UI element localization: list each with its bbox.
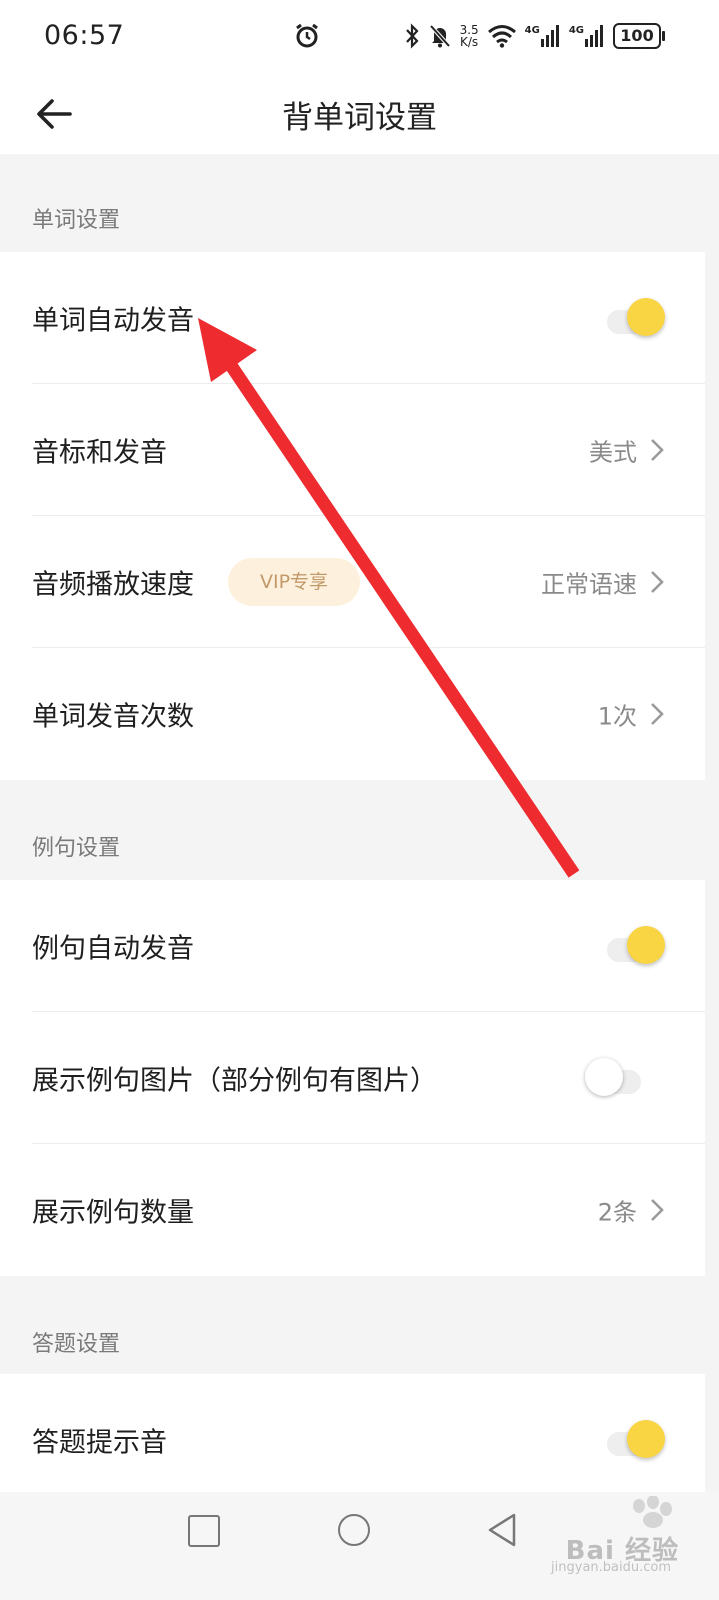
setting-label: 展示例句图片（部分例句有图片） [32,1065,437,1097]
signal-icon [540,25,559,47]
setting-label: 展示例句数量 [32,1197,194,1229]
setting-value: 2条 [597,1198,637,1227]
home-icon[interactable] [338,1514,370,1546]
chevron-right-icon [651,571,664,593]
chevron-right-icon [651,439,664,461]
setting-quiz-sound[interactable]: 答题提示音 [0,1374,705,1506]
chevron-right-icon [651,1199,664,1221]
section-title: 例句设置 [32,836,121,861]
section-header-quiz: 答题设置 [0,1276,719,1374]
battery-indicator: 100 [613,23,665,49]
status-bar: 06:57 3.5 K/s 4G 4G 100 [0,0,719,72]
wifi-icon [487,25,516,48]
setting-label: 音频播放速度 [32,569,194,601]
quiz-sound-toggle[interactable] [603,1420,667,1460]
network-type-1: 4G [524,25,540,36]
word-auto-pronounce-toggle[interactable] [603,298,667,338]
vip-badge: VIP专享 [228,558,360,606]
setting-value: 1次 [597,702,637,731]
setting-label: 单词发音次数 [32,701,194,733]
bluetooth-icon [405,23,419,49]
nav-back-icon[interactable] [486,1512,518,1548]
example-auto-pronounce-toggle[interactable] [603,926,667,966]
network-speed-unit: K/s [460,35,479,49]
section-header-example: 例句设置 [0,780,719,878]
section-header-word: 单词设置 [0,154,719,252]
setting-word-pronounce-count[interactable]: 单词发音次数 1次 [0,648,705,780]
status-time: 06:57 [44,20,125,51]
setting-value: 美式 [589,438,637,467]
section-title: 答题设置 [32,1332,121,1357]
signal-2: 4G [569,25,605,47]
setting-phonetic-pronunciation[interactable]: 音标和发音 美式 [0,384,705,516]
mute-icon [429,24,451,48]
setting-value: 正常语速 [541,570,637,599]
network-speed: 3.5 K/s [460,24,479,48]
setting-show-example-images[interactable]: 展示例句图片（部分例句有图片） [0,1012,705,1144]
setting-audio-speed[interactable]: 音频播放速度 VIP专享 正常语速 [0,516,705,648]
setting-label: 例句自动发音 [32,933,194,965]
status-icons: 3.5 K/s 4G 4G 100 [404,18,665,54]
signal-icon [585,25,603,47]
show-example-images-toggle[interactable] [585,1058,649,1098]
setting-example-auto-pronounce[interactable]: 例句自动发音 [0,880,705,1012]
setting-label: 答题提示音 [32,1427,167,1459]
setting-label: 单词自动发音 [32,305,194,337]
network-type-2: 4G [568,25,584,36]
recent-apps-icon[interactable] [188,1515,220,1547]
alarm-icon [296,23,318,48]
page-title: 背单词设置 [282,100,437,136]
section-title: 单词设置 [32,208,121,233]
setting-label: 音标和发音 [32,437,167,469]
system-navigation-bar: Bai 经验 jingyan.baidu.com [0,1492,719,1600]
setting-example-count[interactable]: 展示例句数量 2条 [0,1144,705,1276]
watermark-url: jingyan.baidu.com [551,1560,671,1575]
chevron-right-icon [651,703,664,725]
signal-1: 4G [525,25,561,47]
navigation-bar: 背单词设置 [0,72,719,154]
setting-word-auto-pronounce[interactable]: 单词自动发音 [0,252,705,384]
